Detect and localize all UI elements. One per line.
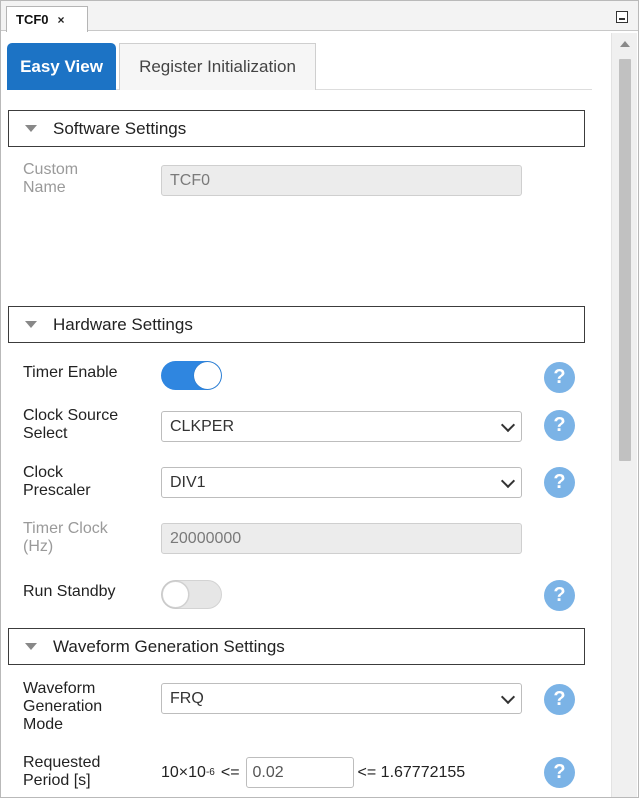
label-line: (Hz) [23,538,54,555]
run-standby-toggle[interactable] [161,580,222,609]
waveform-mode-label: Waveform Generation Mode [23,681,102,733]
section-title: Hardware Settings [53,314,193,334]
section-title: Waveform Generation Settings [53,636,285,656]
period-max-text: <= 1.67772155 [357,763,466,781]
chevron-down-icon [500,689,516,705]
help-icon[interactable]: ? [544,684,575,715]
document-tab-tcf0[interactable]: TCF0 × [6,6,88,32]
label-line: Generation [23,698,103,715]
custom-name-field: TCF0 [161,165,522,196]
minimize-icon[interactable] [616,11,628,23]
select-value: FRQ [170,689,204,707]
section-waveform-generation-settings[interactable]: Waveform Generation Settings [8,628,585,665]
requested-period-input[interactable]: 0.02 [245,757,354,788]
help-icon[interactable]: ? [544,580,575,611]
label-line: Timer Clock [23,520,108,537]
help-icon[interactable]: ? [544,410,575,441]
label-line: Name [23,179,66,196]
clock-source-select[interactable]: CLKPER [161,411,522,442]
requested-period-label: Requested Period [s] [23,755,100,789]
label-line: Clock Source [23,407,119,424]
help-icon[interactable]: ? [544,362,575,393]
tab-register-initialization[interactable]: Register Initialization [119,43,316,90]
label-line: Requested [23,754,101,771]
scrollbar-thumb[interactable] [619,59,631,461]
collapse-triangle-icon [25,321,37,328]
custom-name-label: Custom Name [23,162,78,196]
period-min-base: 10×10 [161,763,206,781]
section-software-settings[interactable]: Software Settings [8,110,585,147]
label-line: Clock [23,464,64,481]
close-icon[interactable]: × [58,13,65,27]
collapse-triangle-icon [25,125,37,132]
document-tab-label: TCF0 [16,12,49,27]
collapse-triangle-icon [25,643,37,650]
waveform-mode-select[interactable]: FRQ [161,683,522,714]
section-title: Software Settings [53,118,187,138]
chevron-down-icon [500,473,516,489]
tab-easy-view[interactable]: Easy View [7,43,116,90]
timer-enable-label: Timer Enable [23,364,118,381]
period-min-exponent: -6 [205,767,215,778]
chevron-down-icon [500,417,516,433]
vertical-scrollbar[interactable] [611,33,637,797]
requested-period-row: 10×10 -6 <= 0.02 <= 1.67772155 [161,757,465,788]
select-value: DIV1 [170,473,206,491]
run-standby-label: Run Standby [23,583,116,600]
scroll-up-icon[interactable] [620,41,630,47]
view-tabs: Easy View Register Initialization [7,43,592,90]
label-line: Waveform [23,680,96,697]
clock-source-label: Clock Source Select [23,408,118,442]
clock-prescaler-label: Clock Prescaler [23,465,91,499]
label-line: Select [23,425,68,442]
label-line: Custom [23,161,79,178]
period-min-operator: <= [220,763,240,781]
help-icon[interactable]: ? [544,757,575,788]
timer-clock-field: 20000000 [161,523,522,554]
document-tabstrip: TCF0 × [1,1,638,32]
section-hardware-settings[interactable]: Hardware Settings [8,306,585,343]
toggle-knob [162,581,189,608]
label-line: Mode [23,716,64,733]
clock-prescaler-select[interactable]: DIV1 [161,467,522,498]
timer-enable-toggle[interactable] [161,361,222,390]
select-value: CLKPER [170,417,235,435]
timer-clock-label: Timer Clock (Hz) [23,521,108,555]
label-line: Prescaler [23,482,91,499]
label-line: Period [s] [23,772,91,789]
help-icon[interactable]: ? [544,467,575,498]
toggle-knob [194,362,221,389]
